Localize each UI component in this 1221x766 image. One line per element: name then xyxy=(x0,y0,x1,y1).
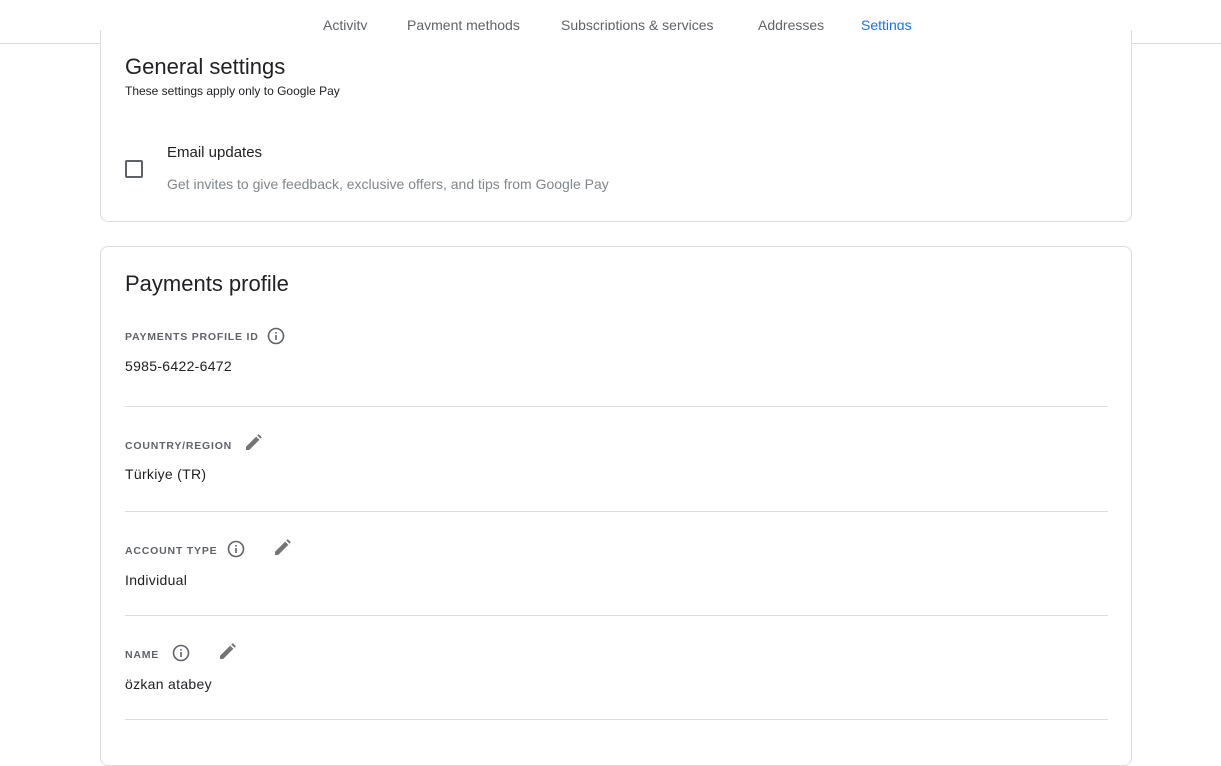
pencil-icon[interactable] xyxy=(217,642,237,662)
general-settings-subtitle: These settings apply only to Google Pay xyxy=(125,84,340,98)
email-updates-checkbox[interactable] xyxy=(125,160,143,178)
info-icon[interactable] xyxy=(171,643,191,663)
account-type-label: ACCOUNT TYPE xyxy=(125,545,218,557)
info-icon[interactable] xyxy=(226,539,246,559)
email-updates-description: Get invites to give feedback, exclusive … xyxy=(167,176,609,192)
divider xyxy=(125,615,1108,616)
email-updates-label: Email updates xyxy=(167,144,263,161)
country-region-label: COUNTRY/REGION xyxy=(125,440,233,452)
name-value: özkan atabey xyxy=(125,676,212,692)
pencil-icon[interactable] xyxy=(272,538,292,558)
payments-profile-card: Payments profile PAYMENTS PROFILE ID 598… xyxy=(100,246,1132,766)
general-settings-title: General settings xyxy=(125,54,286,79)
general-settings-card: General settings These settings apply on… xyxy=(100,30,1132,222)
divider xyxy=(125,511,1108,512)
info-icon[interactable] xyxy=(266,326,286,346)
divider xyxy=(125,719,1108,720)
country-region-value: Türkiye (TR) xyxy=(125,466,207,482)
name-label: NAME xyxy=(125,649,160,661)
payments-profile-id-value: 5985-6422-6472 xyxy=(125,358,232,374)
divider xyxy=(125,406,1108,407)
pencil-icon[interactable] xyxy=(243,433,263,453)
account-type-value: Individual xyxy=(125,572,188,588)
payments-profile-id-label: PAYMENTS PROFILE ID xyxy=(125,331,259,343)
payments-profile-title: Payments profile xyxy=(125,271,289,296)
